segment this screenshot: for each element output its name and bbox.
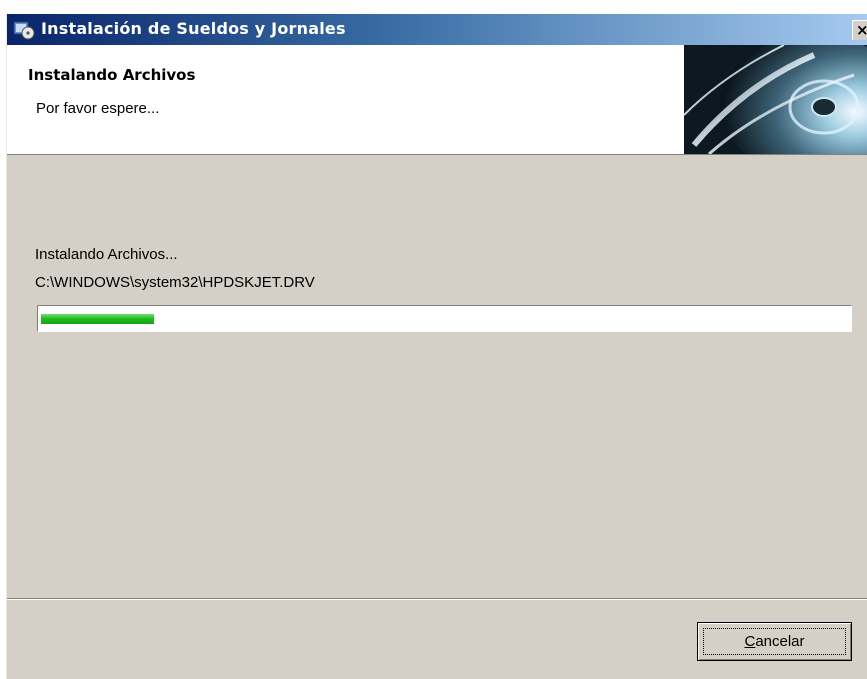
cd-disc-icon: [684, 45, 867, 154]
footer-divider-highlight: [7, 599, 867, 600]
cancel-button[interactable]: Cancelar: [697, 622, 852, 661]
installer-window: Instalación de Sueldos y Jornales × Inst…: [6, 14, 867, 679]
current-file-path: C:\WINDOWS\system32\HPDSKJET.DRV: [35, 274, 315, 291]
focus-rectangle: Cancelar: [703, 628, 846, 655]
progress-fill: [41, 314, 154, 324]
installer-app-icon: [13, 21, 35, 40]
header-title: Instalando Archivos: [28, 66, 196, 84]
window-title: Instalación de Sueldos y Jornales: [41, 19, 346, 38]
header-subtitle: Por favor espere...: [36, 100, 160, 117]
title-bar[interactable]: Instalación de Sueldos y Jornales ×: [7, 14, 867, 45]
cancel-button-label: Cancelar: [744, 633, 805, 650]
progress-bar: [37, 305, 852, 332]
status-label: Instalando Archivos...: [35, 246, 178, 263]
header-banner: Instalando Archivos Por favor espere...: [7, 45, 867, 155]
close-icon[interactable]: ×: [852, 20, 867, 40]
